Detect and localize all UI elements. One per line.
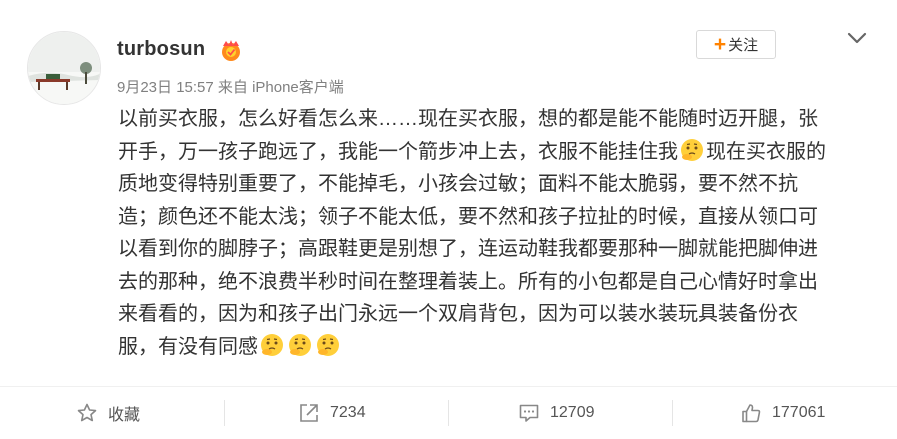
post-meta: 9月23日 15:57 来自 iPhone客户端 xyxy=(117,79,344,96)
follow-button[interactable]: + 关注 xyxy=(696,30,776,59)
divider xyxy=(672,400,673,426)
thinking-face-emoji-icon xyxy=(317,333,339,356)
vip-crown-icon[interactable] xyxy=(218,38,244,62)
repost-count: 7234 xyxy=(330,404,366,421)
divider xyxy=(448,400,449,426)
plus-icon: + xyxy=(713,33,727,56)
follow-label: 关注 xyxy=(728,37,759,54)
like-button[interactable]: 177061 xyxy=(740,387,825,439)
thinking-face-emoji-icon xyxy=(289,333,311,356)
like-count: 177061 xyxy=(772,404,826,421)
thinking-face-emoji-icon xyxy=(681,138,703,161)
post-line: 造；颜色还不能太浅；领子不能太低，要不然和孩子拉扯的时候，直接从领口可 xyxy=(118,205,818,228)
avatar[interactable] xyxy=(27,31,101,105)
post-line: 服，有没有同感 xyxy=(118,331,868,364)
post-line: 质地变得特别重要了，不能掉毛，小孩会过敏；面料不能太脆弱，要不然不抗 xyxy=(118,173,798,195)
favorite-label: 收藏 xyxy=(108,407,141,424)
post-line: 开手，万一孩子跑远了，我能一个箭步冲上去，衣服不能挂住我 现在买衣服的 xyxy=(118,136,868,169)
username[interactable]: turbosun xyxy=(117,38,205,61)
star-icon xyxy=(77,403,97,422)
action-toolbar: 收藏 7234 12709 177061 xyxy=(0,386,897,439)
thinking-face-emoji-icon xyxy=(261,333,283,356)
post-line: 以前买衣服，怎么好看怎么来……现在买衣服，想的都是能不能随时迈开腿，张 xyxy=(118,108,818,130)
comment-icon xyxy=(519,404,539,422)
favorite-button[interactable]: 收藏 xyxy=(76,387,140,439)
repost-icon xyxy=(300,404,318,422)
post-line: 以看到你的脚脖子；高跟鞋更是别想了，连运动鞋我都要那种一脚就能把脚伸进 xyxy=(118,238,818,260)
post-line-part: 服，有没有同感 xyxy=(118,335,258,358)
post-line: 来看看的，因为和孩子出门永远一个双肩背包，因为可以装水装玩具装备份衣 xyxy=(118,303,798,325)
repost-button[interactable]: 7234 xyxy=(298,387,366,439)
thumbs-up-icon xyxy=(742,404,761,423)
post-text: 以前买衣服，怎么好看怎么来……现在买衣服，想的都是能不能随时迈开腿，张 开手，万… xyxy=(118,103,868,363)
post-line-part: 现在买衣服的 xyxy=(706,140,826,163)
chevron-down-icon[interactable] xyxy=(846,30,868,46)
post-line: 去的那种，绝不浪费半秒时间在整理着装上。所有的小包都是自己心情好时拿出 xyxy=(118,270,818,293)
divider xyxy=(224,400,225,426)
comment-button[interactable]: 12709 xyxy=(518,387,595,439)
comment-count: 12709 xyxy=(550,404,595,421)
post-line-part: 开手，万一孩子跑远了，我能一个箭步冲上去，衣服不能挂住我 xyxy=(118,140,678,163)
